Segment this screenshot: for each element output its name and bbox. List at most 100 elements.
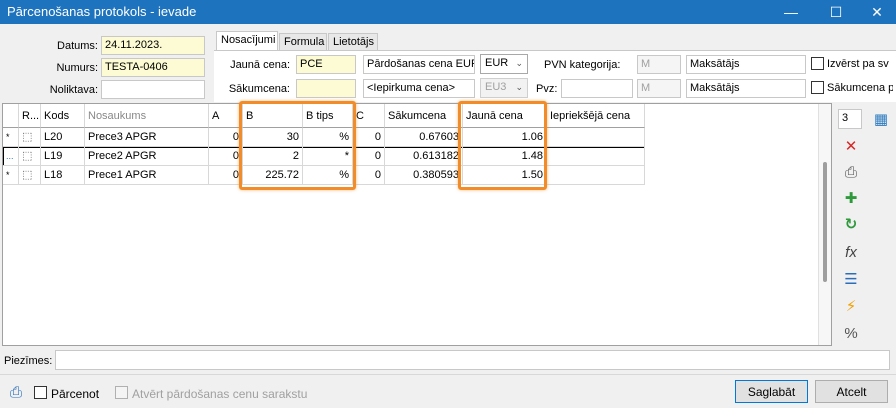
row-code[interactable]: L19 (41, 147, 85, 166)
add-icon[interactable]: ✚ (836, 187, 866, 209)
scrollbar-thumb[interactable] (823, 162, 827, 282)
row-a[interactable]: 0 (209, 166, 243, 185)
expand-checkbox[interactable] (811, 57, 824, 70)
row-b-type[interactable]: % (303, 128, 353, 147)
pvz-code-field[interactable]: M (637, 79, 681, 98)
box-icon: ⬚ (19, 166, 41, 185)
notes-field[interactable] (55, 350, 890, 370)
row-c[interactable]: 0 (353, 128, 385, 147)
row-b[interactable]: 225.72 (243, 166, 303, 185)
cancel-button[interactable]: Atcelt (815, 380, 888, 403)
calculator-icon[interactable]: ▦ (866, 108, 896, 130)
tab-user[interactable]: Lietotājs (328, 33, 378, 51)
row-marker: ... (3, 147, 19, 166)
lightning-icon[interactable]: ⚡ (836, 295, 866, 317)
title-bar: Pārcenošanas protokols - ievade — ☐ ✕ (0, 0, 896, 24)
row-code[interactable]: L18 (41, 166, 85, 185)
row-marker: * (3, 166, 19, 185)
open-list-checkbox (115, 386, 128, 399)
notes-label: Piezīmes: (4, 355, 53, 367)
percent-icon[interactable]: % (836, 322, 866, 344)
row-name[interactable]: Prece3 APGR (85, 128, 209, 147)
col-b-type[interactable]: B tips (303, 104, 353, 128)
pvz-field[interactable] (561, 79, 633, 98)
chevron-down-icon: ⌄ (515, 82, 523, 92)
tab-formula[interactable]: Formula (279, 33, 327, 51)
row-marker: * (3, 128, 19, 147)
vat-label: PVN kategorija: (544, 59, 621, 71)
row-c[interactable]: 0 (353, 147, 385, 166)
currency-select[interactable]: EUR ⌄ (480, 54, 528, 74)
tab-conditions[interactable]: Nosacījumi (216, 31, 278, 51)
row-new-price[interactable]: 1.50 (463, 166, 547, 185)
vat-field[interactable]: M (637, 55, 681, 74)
box-icon: ⬚ (19, 147, 41, 166)
expand-label: Izvērst pa sv (827, 58, 889, 70)
new-price-label: Jaunā cena: (230, 59, 290, 71)
chevron-down-icon: ⌄ (515, 58, 523, 68)
number-label: Numurs: (56, 62, 98, 74)
row-new-price[interactable]: 1.48 (463, 147, 547, 166)
col-start-price[interactable]: Sākumcena (385, 104, 463, 128)
list-icon[interactable]: ☰ (836, 268, 866, 290)
close-button[interactable]: ✕ (856, 0, 896, 24)
items-grid[interactable]: R... Kods Nosaukums A B B tips C Sākumce… (2, 103, 832, 346)
open-list-label: Atvērt pārdošanas cenu sarakstu (132, 387, 308, 401)
purchase-price-field[interactable]: <Iepirkuma cena> (363, 79, 475, 98)
row-new-price[interactable]: 1.06 (463, 128, 547, 147)
col-code[interactable]: Kods (41, 104, 85, 128)
save-button[interactable]: Saglabāt (735, 380, 808, 403)
reprice-checkbox[interactable] (34, 386, 47, 399)
col-marker (3, 104, 19, 128)
grid-scrollbar[interactable] (818, 104, 831, 345)
row-start-price[interactable]: 0.67603 (385, 128, 463, 147)
row-prev-price[interactable] (547, 128, 645, 147)
box-icon: ⬚ (19, 128, 41, 147)
formula-icon[interactable]: fx (836, 241, 866, 263)
row-name[interactable]: Prece1 APGR (85, 166, 209, 185)
window-title: Pārcenošanas protokols - ievade (7, 4, 197, 19)
sale-price-field[interactable]: Pārdošanas cena EUR (363, 55, 475, 74)
payer-field-2: Maksātājs (686, 79, 806, 98)
col-b[interactable]: B (243, 104, 303, 128)
print-icon[interactable]: ⎙ (836, 161, 866, 183)
start-price-field[interactable] (296, 79, 356, 98)
col-r[interactable]: R... (19, 104, 41, 128)
date-field[interactable]: 24.11.2023. (101, 36, 205, 55)
row-b-type[interactable]: * (303, 147, 353, 166)
maximize-button[interactable]: ☐ (815, 0, 857, 24)
col-name[interactable]: Nosaukums (85, 104, 209, 128)
col-a[interactable]: A (209, 104, 243, 128)
row-a[interactable]: 0 (209, 147, 243, 166)
row-name[interactable]: Prece2 APGR (85, 147, 209, 166)
refresh-icon[interactable]: ↻ (836, 213, 866, 235)
new-price-field[interactable]: PCE (296, 55, 356, 74)
row-b[interactable]: 2 (243, 147, 303, 166)
warehouse-label: Noliktava: (49, 84, 98, 96)
number-field[interactable]: TESTA-0406 (101, 58, 205, 77)
row-start-price[interactable]: 0.380593 (385, 166, 463, 185)
row-c[interactable]: 0 (353, 166, 385, 185)
start-price-checkbox[interactable] (811, 81, 824, 94)
row-a[interactable]: 0 (209, 128, 243, 147)
delete-icon[interactable]: ✕ (836, 135, 866, 157)
eu3-select: EU3 ⌄ (480, 78, 528, 98)
col-c[interactable]: C (353, 104, 385, 128)
date-label: Datums: (57, 40, 98, 52)
reprice-label: Pārcenot (51, 387, 100, 401)
start-price-label: Sākumcena: (228, 83, 290, 95)
row-prev-price[interactable] (547, 166, 645, 185)
right-toolbar: 3 ▦ ✕ ⎙ ✚ ↻ fx ☰ ⚡ % (834, 103, 896, 346)
minimize-button[interactable]: — (770, 0, 812, 24)
row-b[interactable]: 30 (243, 128, 303, 147)
row-b-type[interactable]: % (303, 166, 353, 185)
row-start-price[interactable]: 0.613182 (385, 147, 463, 166)
col-new-price[interactable]: Jaunā cena (463, 104, 547, 128)
warehouse-field[interactable] (101, 80, 205, 99)
col-prev-price[interactable]: Iepriekšējā cena (547, 104, 645, 128)
print-icon[interactable]: ⎙ (5, 381, 27, 403)
row-prev-price[interactable] (547, 147, 645, 166)
count-field[interactable]: 3 (838, 109, 862, 129)
currency-value: EUR (485, 57, 509, 69)
row-code[interactable]: L20 (41, 128, 85, 147)
